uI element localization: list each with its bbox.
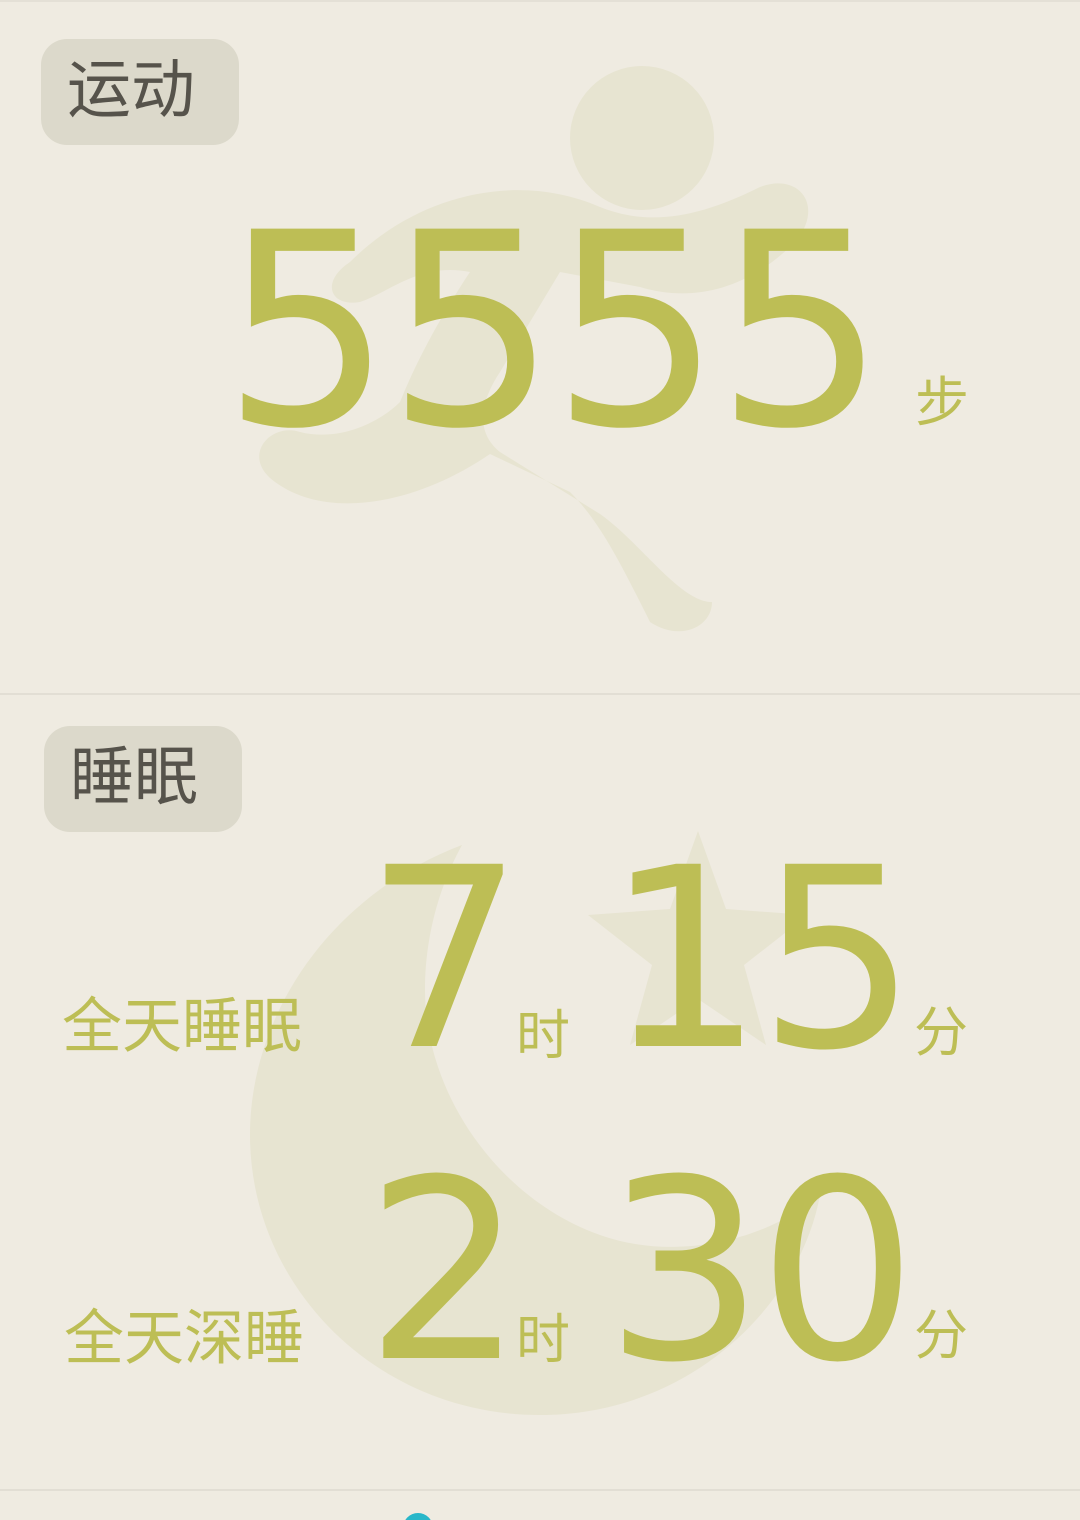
total-sleep-hours: 7 [365, 814, 525, 1105]
deep-sleep-hours-unit: 时 [516, 1308, 570, 1371]
deep-sleep-label: 全天深睡 [64, 1304, 304, 1374]
status-dot-icon [403, 1513, 433, 1520]
total-sleep-minutes-unit: 分 [914, 1001, 968, 1064]
total-sleep-hours-unit: 时 [516, 1004, 570, 1067]
total-sleep-minutes: 15 [605, 814, 917, 1105]
next-card[interactable] [0, 1489, 1080, 1520]
total-sleep-label: 全天睡眠 [62, 992, 302, 1062]
sleep-card[interactable]: 睡眠 全天睡眠 7 时 15 分 全天深睡 2 时 30 分 [0, 693, 1080, 1488]
deep-sleep-minutes: 30 [605, 1126, 917, 1417]
activity-badge: 运动 [41, 39, 239, 145]
deep-sleep-minutes-unit: 分 [914, 1304, 968, 1367]
deep-sleep-hours: 2 [365, 1126, 525, 1417]
steps-unit: 步 [915, 371, 969, 434]
steps-count: 5555 [222, 176, 886, 488]
sleep-badge: 睡眠 [44, 726, 242, 832]
activity-card[interactable]: 运动 5555 步 [0, 0, 1080, 692]
health-dashboard: 运动 5555 步 睡眠 全天睡眠 7 时 15 分 全天深睡 2 时 30 分 [0, 0, 1080, 1520]
